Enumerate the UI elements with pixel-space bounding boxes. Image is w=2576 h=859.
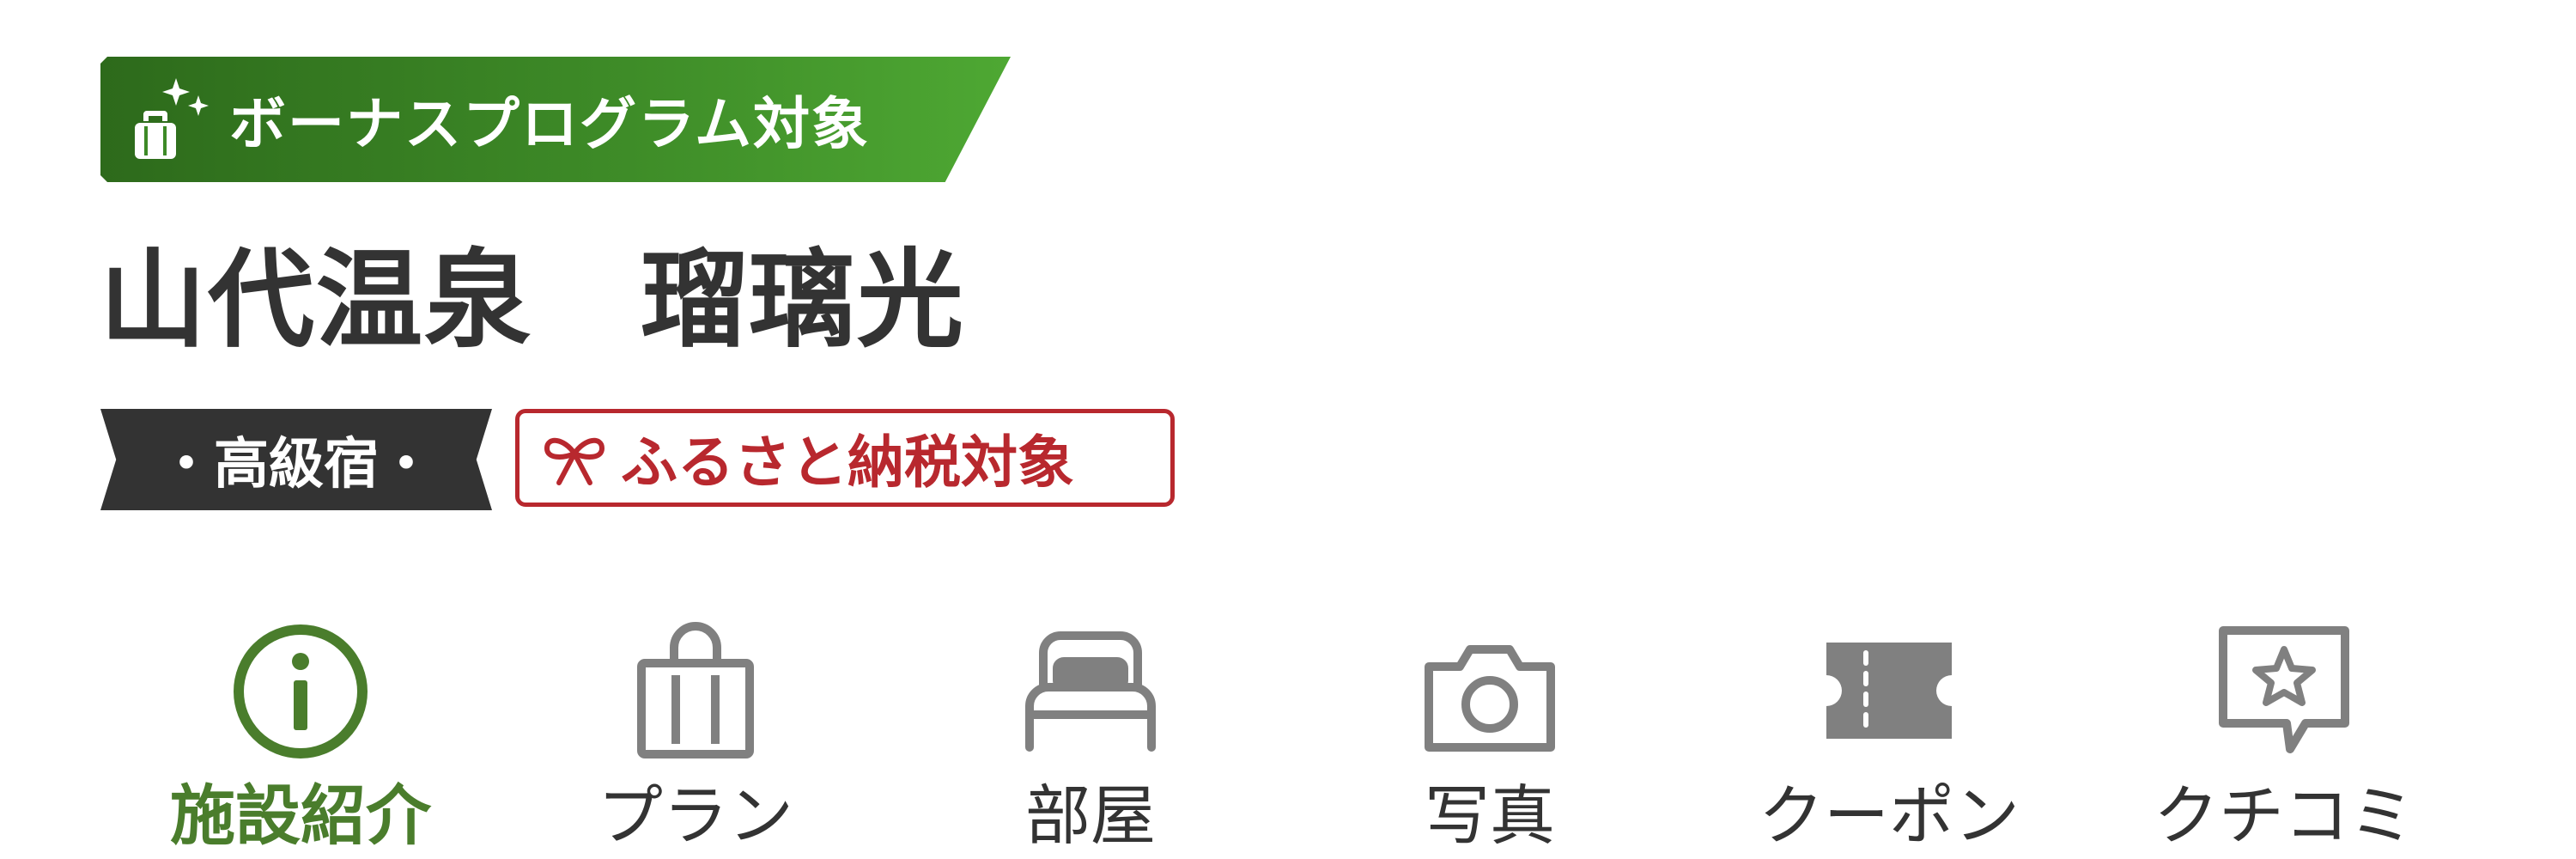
tab-rooms[interactable]: 部屋 — [910, 601, 1271, 859]
tab-facility-info[interactable]: 施設紹介 — [120, 601, 481, 859]
tab-label: 部屋 — [1025, 777, 1156, 854]
tab-label: 写真 — [1425, 777, 1555, 854]
camera-icon — [1425, 645, 1555, 752]
hotel-header-page: ボーナスプログラム対象 山代温泉 瑠璃光 ・高級宿・ ふるさと納税対象 施設紹介 — [0, 0, 2576, 859]
tab-photos[interactable]: 写真 — [1309, 601, 1670, 859]
tab-label: プラン — [598, 777, 793, 854]
tab-label: 施設紹介 — [170, 777, 431, 854]
bonus-program-label: ボーナスプログラム対象 — [229, 91, 871, 157]
facility-nav-tabs: 施設紹介 プラン 部屋 写真 クーポン クチコミ — [0, 601, 2576, 859]
tab-coupons[interactable]: クーポン — [1709, 601, 2069, 859]
shopping-bag-icon — [637, 622, 754, 758]
tab-label: クチコミ — [2154, 777, 2415, 854]
luxury-inn-badge: ・高級宿・ — [100, 409, 492, 510]
tab-label: クーポン — [1759, 777, 2020, 854]
luxury-inn-label: ・高級宿・ — [159, 433, 434, 497]
bonus-program-banner[interactable]: ボーナスプログラム対象 — [100, 57, 1011, 182]
tab-reviews[interactable]: クチコミ — [2104, 601, 2464, 859]
furusato-tax-badge[interactable]: ふるさと納税対象 — [515, 409, 1175, 507]
suitcase-sparkle-icon — [131, 76, 210, 162]
review-star-icon — [2219, 626, 2349, 753]
ticket-icon — [1826, 643, 1952, 739]
bed-icon — [1025, 631, 1156, 752]
tab-plans[interactable]: プラン — [515, 601, 876, 859]
ribbon-icon — [544, 438, 605, 485]
furusato-tax-label: ふるさと納税対象 — [621, 430, 1074, 496]
hotel-name-title: 山代温泉 瑠璃光 — [100, 239, 966, 362]
info-icon — [234, 624, 368, 758]
